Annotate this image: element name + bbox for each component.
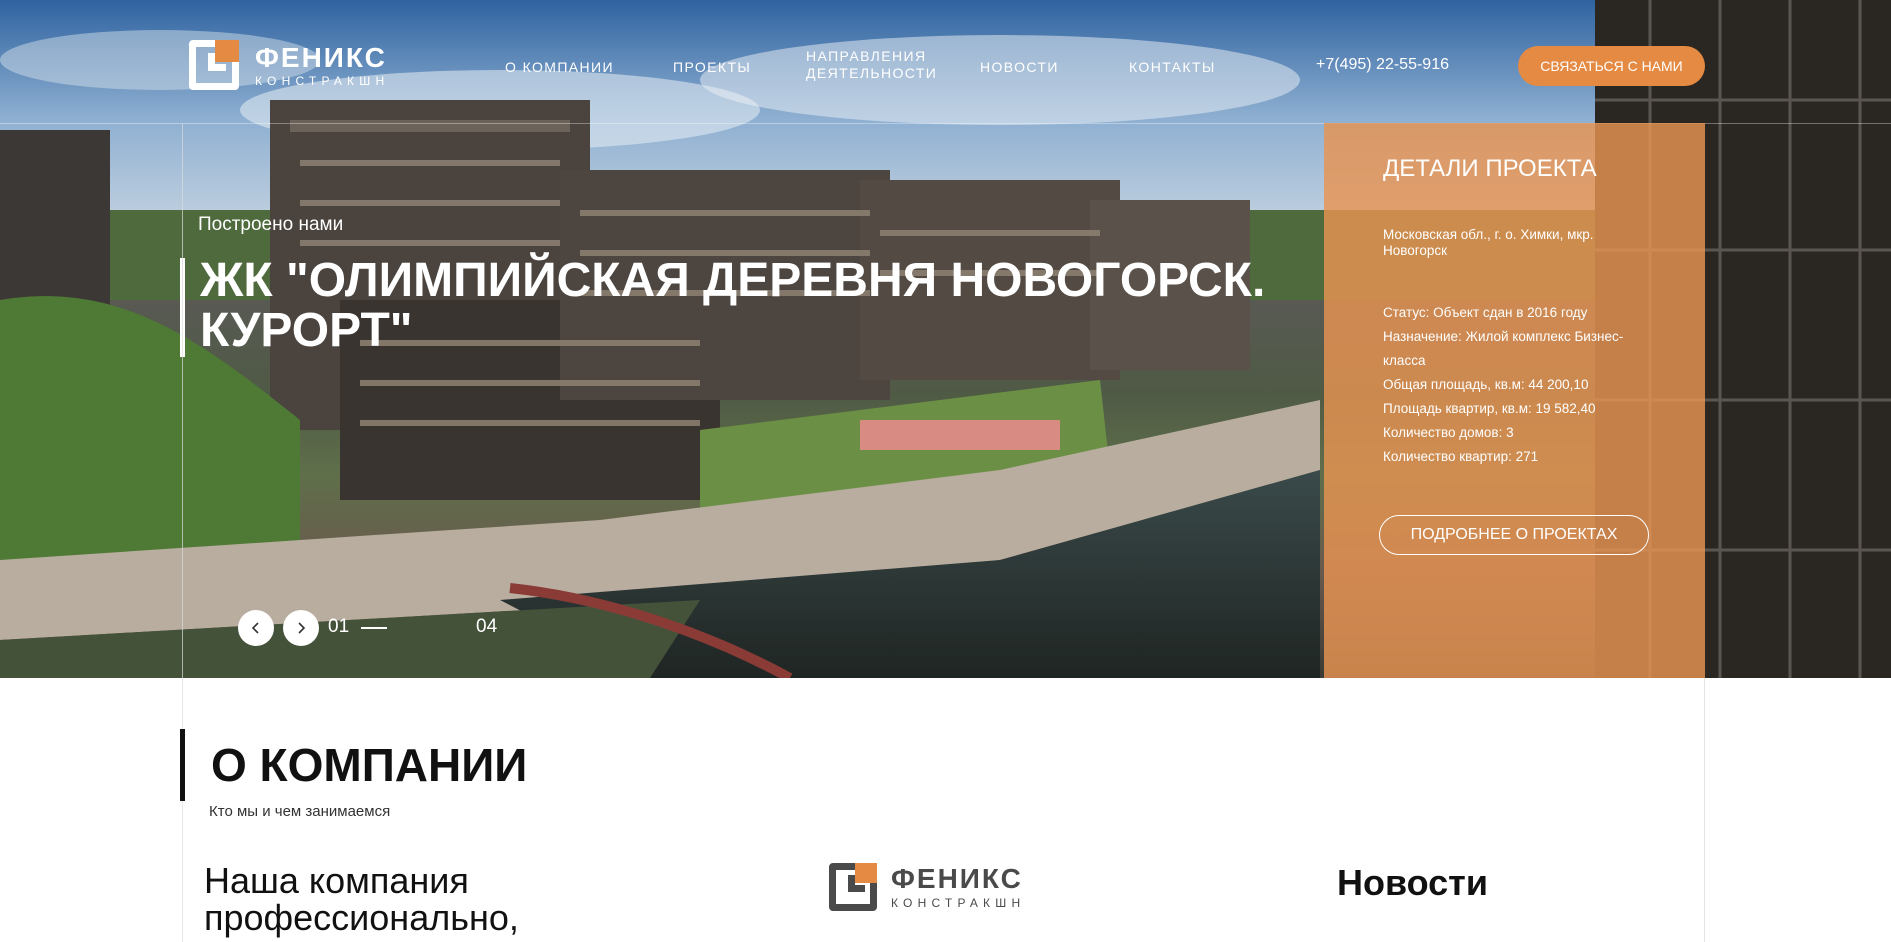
about-text: Наша компания профессионально, xyxy=(204,860,519,938)
news-heading: Новости xyxy=(1337,862,1488,903)
project-detail-apartment-area: Площадь квартир, кв.м: 19 582,40 xyxy=(1383,401,1596,416)
logo-subtitle: КОНСТРАКШН xyxy=(255,73,390,88)
about-title-accent-bar xyxy=(180,729,185,801)
layout-guide-right xyxy=(1704,678,1705,942)
about-logo-subtitle: КОНСТРАКШН xyxy=(891,895,1026,910)
slider-next-button[interactable] xyxy=(283,610,319,646)
phoenix-logo-icon xyxy=(189,40,239,90)
phoenix-logo-icon xyxy=(829,863,877,911)
project-details-panel: ДЕТАЛИ ПРОЕКТА Московская обл., г. о. Хи… xyxy=(1324,123,1705,678)
slider-progress-dash xyxy=(361,627,387,629)
nav-item-directions-line2: ДЕЯТЕЛЬНОСТИ xyxy=(806,65,938,81)
project-detail-total-area: Общая площадь, кв.м: 44 200,10 xyxy=(1383,377,1589,392)
phone-link[interactable]: +7(495) 22-55-916 xyxy=(1316,56,1449,74)
nav-item-news[interactable]: НОВОСТИ xyxy=(980,59,1059,76)
project-detail-houses: Количество домов: 3 xyxy=(1383,425,1514,440)
hero-eyebrow: Построено нами xyxy=(198,214,344,235)
hero-title: ЖК "ОЛИМПИЙСКАЯ ДЕРЕВНЯ НОВОГОРСК. КУРОР… xyxy=(200,254,1266,357)
slider-total-count: 04 xyxy=(476,616,498,637)
nav-item-about[interactable]: О КОМПАНИИ xyxy=(505,59,614,76)
project-detail-apartments: Количество квартир: 271 xyxy=(1383,449,1539,464)
slider-prev-button[interactable] xyxy=(238,610,274,646)
hero-slider: ФЕНИКС КОНСТРАКШН О КОМПАНИИ ПРОЕКТЫ НАП… xyxy=(0,0,1891,678)
nav-item-contacts[interactable]: КОНТАКТЫ xyxy=(1129,59,1216,76)
header-logo[interactable]: ФЕНИКС КОНСТРАКШН xyxy=(189,40,389,90)
layout-guide-left xyxy=(182,123,183,942)
contact-us-button[interactable]: СВЯЗАТЬСЯ С НАМИ xyxy=(1518,46,1705,86)
more-about-projects-button[interactable]: ПОДРОБНЕЕ О ПРОЕКТАХ xyxy=(1379,515,1649,555)
nav-item-projects[interactable]: ПРОЕКТЫ xyxy=(673,59,751,76)
chevron-right-icon xyxy=(298,622,306,634)
about-logo-name: ФЕНИКС xyxy=(891,862,1023,894)
chevron-left-icon xyxy=(251,622,259,634)
slider-current-index: 01 xyxy=(328,616,350,637)
project-address: Московская обл., г. о. Химки, мкр. Новог… xyxy=(1383,227,1594,258)
about-logo: ФЕНИКС КОНСТРАКШН xyxy=(829,863,1025,911)
about-title: О КОМПАНИИ xyxy=(211,739,528,791)
project-details-title: ДЕТАЛИ ПРОЕКТА xyxy=(1383,155,1597,182)
project-detail-purpose: Назначение: Жилой комплекс Бизнес-класса xyxy=(1383,329,1624,368)
nav-item-directions[interactable]: НАПРАВЛЕНИЯ ДЕЯТЕЛЬНОСТИ xyxy=(806,48,937,82)
logo-name: ФЕНИКС xyxy=(255,41,387,73)
about-subtitle: Кто мы и чем занимаемся xyxy=(209,803,391,820)
nav-item-directions-line1: НАПРАВЛЕНИЯ xyxy=(806,48,927,64)
project-detail-status: Статус: Объект сдан в 2016 году xyxy=(1383,305,1588,320)
project-details-list: Статус: Объект сдан в 2016 году Назначен… xyxy=(1383,301,1643,469)
